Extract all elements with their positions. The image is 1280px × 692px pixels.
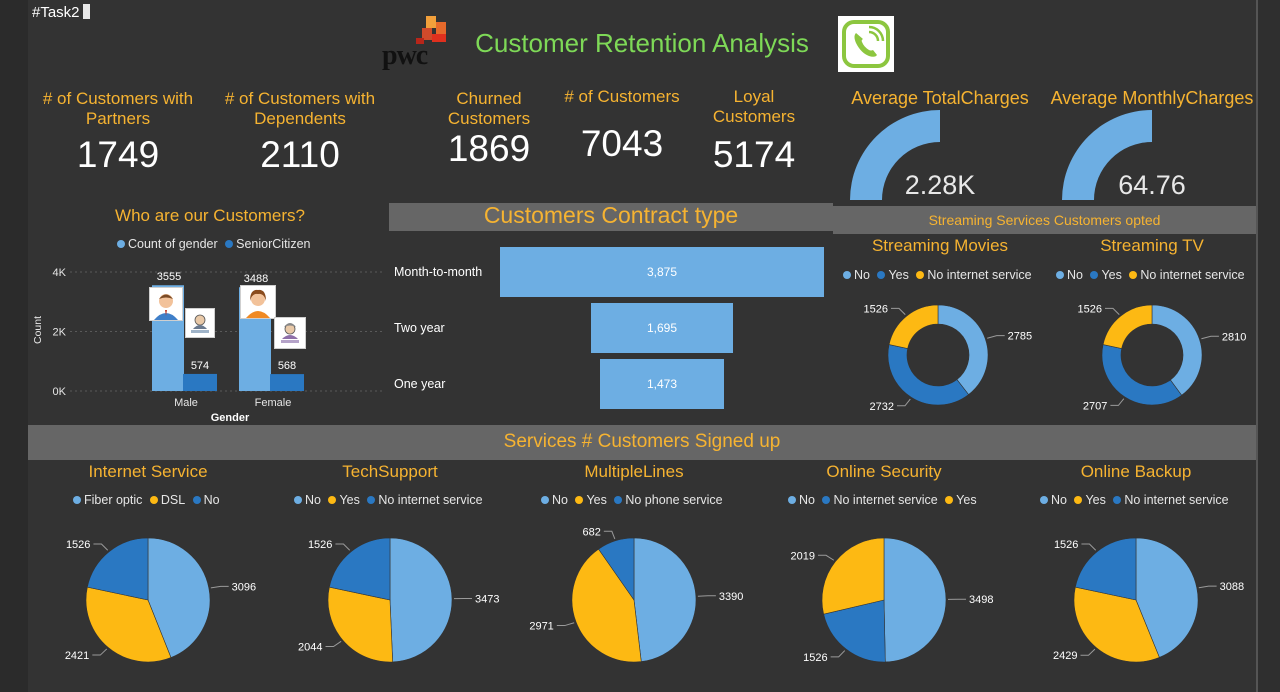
pie-slice <box>887 344 969 406</box>
pie-slice <box>883 537 947 663</box>
leader-line <box>987 335 1005 339</box>
data-label: 3488 <box>244 273 268 285</box>
data-label: 3498 <box>969 594 993 606</box>
charts-layer: 0K 2K 4K Count Gender 3555 574 Male 3488 568 Femal… <box>32 110 1246 664</box>
senior-female-avatar-icon <box>274 317 306 349</box>
x-axis-label: Gender <box>211 412 250 424</box>
senior-male-avatar-graphic <box>186 309 214 337</box>
data-label: 2971 <box>529 621 553 633</box>
bar <box>183 373 217 391</box>
y-tick-label: 0K <box>53 386 67 398</box>
data-label: 2732 <box>869 401 893 413</box>
leader-line <box>830 650 846 658</box>
data-label: 2785 <box>1008 331 1032 343</box>
data-label: 574 <box>191 360 209 372</box>
data-label: 2421 <box>65 650 89 662</box>
avatar-caption-bar <box>191 330 209 333</box>
data-label: 1526 <box>1054 539 1078 551</box>
data-label: 1526 <box>308 539 332 551</box>
x-tick-label: Female <box>255 397 292 409</box>
leader-line <box>325 640 342 648</box>
data-label: 1526 <box>66 539 90 551</box>
data-label: 1526 <box>1077 303 1101 315</box>
pie-slice <box>633 537 697 662</box>
gauge-value: 2.28K <box>905 170 976 200</box>
leader-line <box>1080 648 1096 656</box>
data-label: 3473 <box>475 593 499 605</box>
pie-slice <box>1101 344 1183 406</box>
leader-line <box>210 585 229 589</box>
avatar-caption-bar <box>281 340 299 343</box>
leader-line <box>603 530 616 540</box>
leader-line <box>92 648 108 656</box>
bar <box>270 374 304 391</box>
male-avatar-icon <box>149 287 183 321</box>
data-label: 2810 <box>1222 331 1246 343</box>
pie-slice <box>1102 304 1153 349</box>
data-label: 3088 <box>1220 581 1244 593</box>
male-avatar-graphic <box>150 288 182 320</box>
leader-line <box>93 543 109 551</box>
leader-line <box>1201 335 1219 340</box>
data-label: 2429 <box>1053 650 1077 662</box>
data-label: 3390 <box>719 591 743 603</box>
leader-line <box>818 554 835 561</box>
data-label: 3096 <box>232 581 256 593</box>
data-label: 1526 <box>803 652 827 664</box>
data-label: 2019 <box>791 550 815 562</box>
leader-line <box>556 622 575 627</box>
dashboard-page: #Task2 pwc Customer Retention Analysis #… <box>0 0 1280 692</box>
senior-female-avatar-graphic <box>275 318 305 348</box>
avatar-head <box>194 314 206 326</box>
female-avatar-graphic <box>241 286 275 318</box>
leader-line <box>335 543 351 551</box>
data-label: 2044 <box>298 642 322 654</box>
pie-slice <box>888 304 939 349</box>
leader-line <box>1081 543 1097 551</box>
y-tick-label: 4K <box>53 267 67 279</box>
female-avatar-icon <box>240 285 276 319</box>
leader-line <box>1198 585 1217 589</box>
leader-line <box>896 398 911 407</box>
y-axis-label: Count <box>32 316 44 344</box>
gauge-value: 64.76 <box>1118 170 1186 200</box>
data-label: 2707 <box>1083 400 1107 412</box>
y-tick-label: 2K <box>53 327 67 339</box>
data-label: 568 <box>278 360 296 372</box>
pie-slice <box>1151 304 1203 396</box>
leader-line <box>890 307 906 315</box>
pie-slice <box>937 304 989 396</box>
data-label: 682 <box>582 526 600 538</box>
senior-male-avatar-icon <box>185 308 215 338</box>
leader-line <box>1110 398 1125 406</box>
leader-line <box>1104 307 1120 315</box>
data-label: 3555 <box>157 271 181 283</box>
pie-slice <box>389 537 453 663</box>
x-tick-label: Male <box>174 397 198 409</box>
data-label: 1526 <box>863 303 887 315</box>
